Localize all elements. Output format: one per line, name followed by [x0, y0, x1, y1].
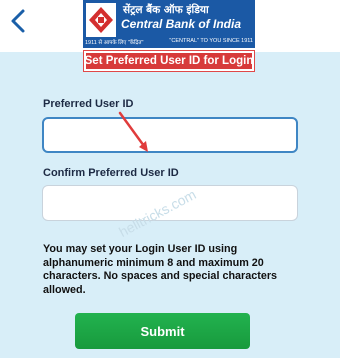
- user-id-rules-text: You may set your Login User ID using alp…: [43, 243, 278, 296]
- chevron-left-icon: [11, 9, 25, 33]
- confirm-user-id-label: Confirm Preferred User ID: [43, 167, 179, 179]
- bank-tagline: 1911 से आपके लिए "केंद्रित" "CENTRAL" TO…: [85, 38, 253, 47]
- page-title-box: Set Preferred User ID for Login: [83, 50, 255, 72]
- submit-button[interactable]: Submit: [75, 313, 250, 349]
- tagline-hindi: 1911 से आपके लिए "केंद्रित": [85, 40, 144, 46]
- tagline-english: "CENTRAL" TO YOU SINCE 1911: [169, 38, 253, 44]
- page-title: Set Preferred User ID for Login: [84, 53, 254, 69]
- preferred-user-id-input[interactable]: [42, 117, 298, 153]
- app-header: सेंट्रल बैंक ऑफ इंडिया Central Bank of I…: [0, 0, 340, 72]
- preferred-user-id-label: Preferred User ID: [43, 98, 134, 110]
- bank-emblem-icon: [86, 3, 116, 37]
- bank-logo: सेंट्रल बैंक ऑफ इंडिया Central Bank of I…: [83, 0, 255, 48]
- bank-name-english: Central Bank of India: [121, 17, 242, 31]
- bank-name-hindi: सेंट्रल बैंक ऑफ इंडिया: [123, 4, 209, 16]
- confirm-user-id-input[interactable]: [42, 185, 298, 221]
- back-button[interactable]: [10, 8, 34, 38]
